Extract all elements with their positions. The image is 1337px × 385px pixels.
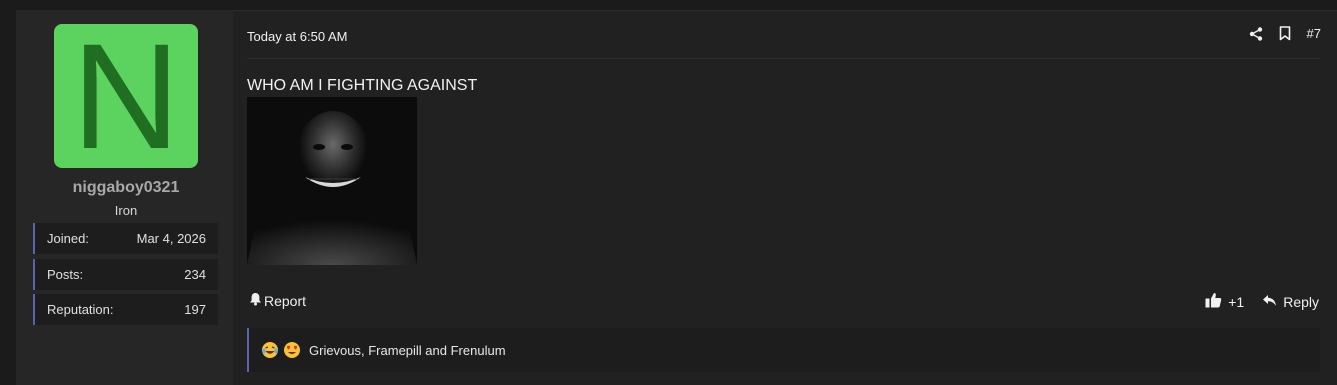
stat-value: Mar 4, 2026 [136, 231, 206, 246]
avatar[interactable]: N [54, 12, 198, 180]
stat-posts: Posts: 234 [33, 259, 218, 290]
stat-joined: Joined: Mar 4, 2026 [33, 223, 218, 254]
reactions-users[interactable]: Grievous, Framepill and Frenulum [309, 343, 506, 358]
header-divider [247, 58, 1320, 59]
report-label: Report [264, 292, 307, 309]
avatar-letter: N [71, 12, 181, 180]
reply-arrow-icon [1262, 294, 1277, 310]
post-header-actions: #7 [1249, 26, 1321, 41]
bookmark-icon[interactable] [1279, 26, 1291, 41]
reactions-bar[interactable]: Grievous, Framepill and Frenulum [247, 328, 1320, 372]
stat-label: Posts: [47, 267, 84, 282]
stat-value: 197 [184, 302, 206, 317]
reply-button[interactable]: Reply [1262, 294, 1319, 310]
post-number-link[interactable]: #7 [1307, 26, 1321, 41]
post-timestamp[interactable]: Today at 6:50 AM [247, 29, 347, 44]
bell-icon [249, 292, 262, 309]
stat-value: 234 [184, 267, 206, 282]
reply-label: Reply [1283, 293, 1319, 310]
post-footer-actions: +1 Reply [1205, 292, 1319, 311]
heart-eyes-emoji [283, 341, 301, 359]
thumbs-up-icon [1205, 292, 1222, 311]
post-message: WHO AM I FIGHTING AGAINST [247, 77, 478, 94]
share-icon[interactable] [1249, 26, 1263, 41]
like-button[interactable]: +1 [1205, 292, 1244, 311]
stat-label: Joined: [47, 231, 89, 246]
username-link[interactable]: niggaboy0321 [34, 179, 218, 197]
user-title: Iron [114, 203, 138, 218]
report-button[interactable]: Report [249, 292, 306, 309]
stat-label: Reputation: [47, 302, 114, 317]
laughing-crying-emoji [261, 341, 279, 359]
like-count: +1 [1228, 293, 1245, 310]
stat-reputation: Reputation: 197 [33, 294, 218, 325]
attached-image[interactable] [247, 97, 417, 265]
